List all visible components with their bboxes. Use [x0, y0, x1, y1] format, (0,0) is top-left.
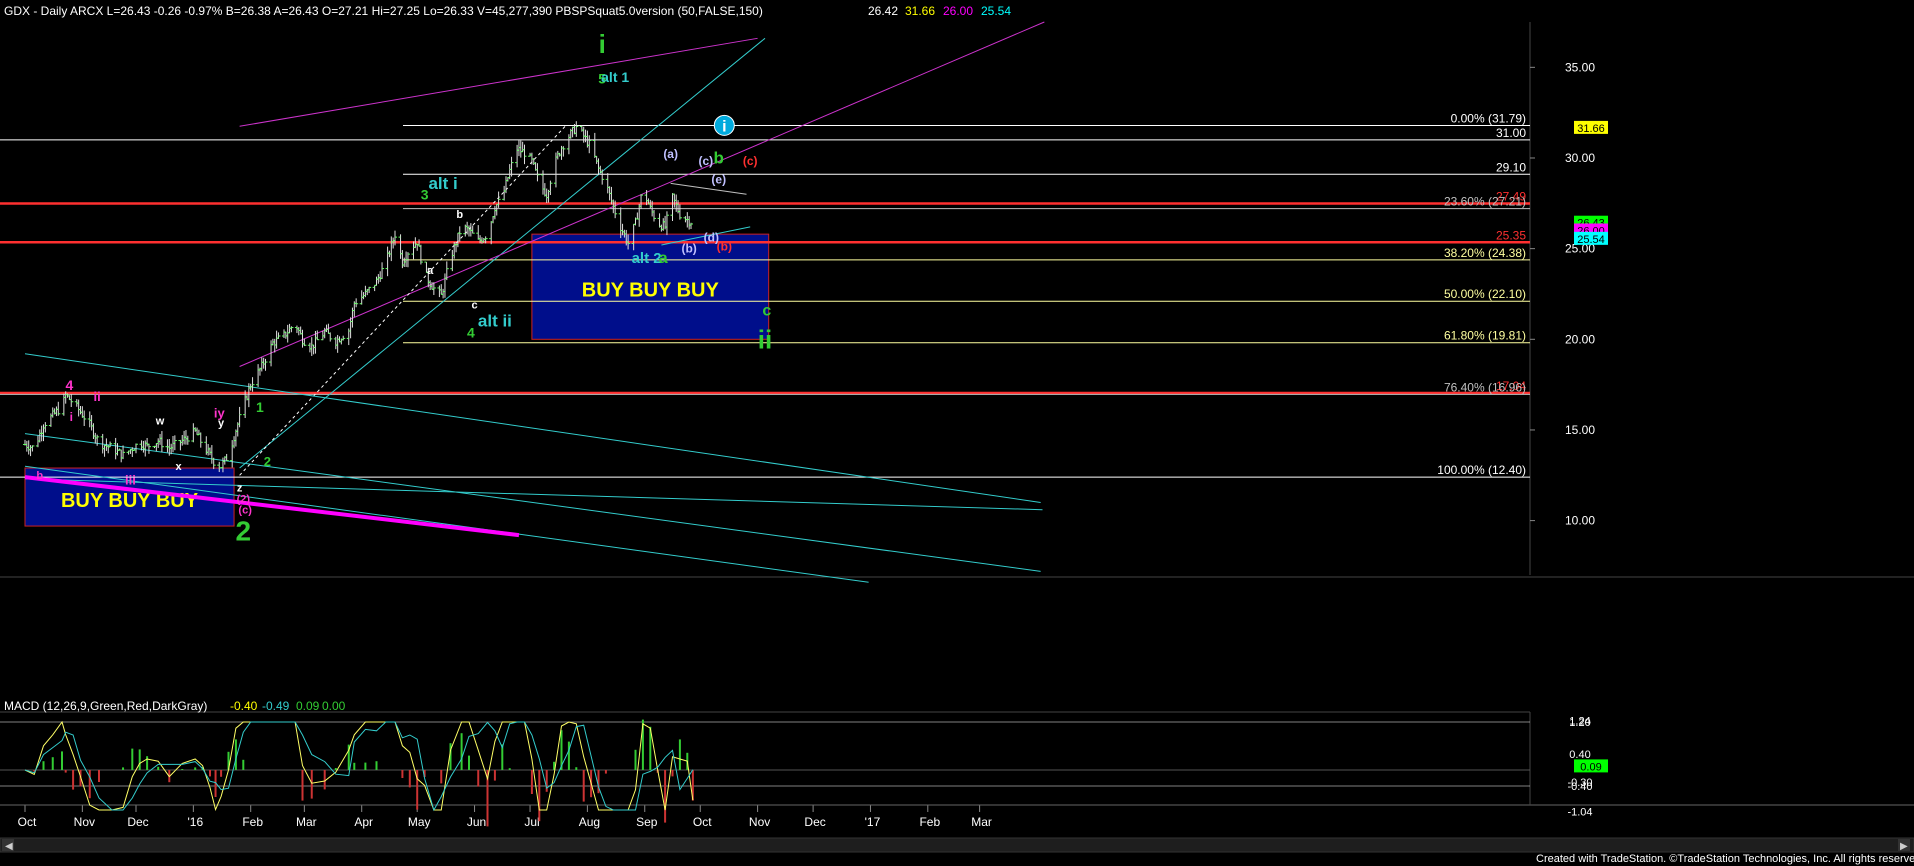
wave-label-6: b: [456, 209, 463, 221]
wave-label-36: (c): [238, 504, 252, 516]
plot-value-4: 25.54: [981, 4, 1011, 18]
x-tick-label: Dec: [127, 815, 148, 829]
level-label-5: 23.60% (27.21): [1444, 195, 1526, 209]
buy-zone-label-2: BUY BUY BUY: [582, 280, 720, 302]
y-tick-label: 20.00: [1565, 332, 1595, 346]
x-tick-label: May: [408, 815, 431, 829]
footer-copyright: Created with TradeStation. ©TradeStation…: [1536, 853, 1914, 865]
level-label-7: 38.20% (24.38): [1444, 246, 1526, 260]
macd-axis-label: -0.40: [1567, 781, 1592, 793]
wave-label-5: 3: [421, 187, 429, 203]
x-tick-label: Jul: [524, 815, 539, 829]
macd-value-3: 0.09: [296, 699, 320, 713]
wave-label-11: (a): [663, 147, 678, 161]
symbol-info: GDX - Daily ARCX L=26.43 -0.26 -0.97% B=…: [4, 4, 763, 18]
wave-label-23: 4: [66, 377, 74, 393]
wave-label-22: ii: [758, 324, 772, 354]
level-label-9: 61.80% (19.81): [1444, 329, 1526, 343]
wave-label-19: alt 2: [632, 250, 662, 267]
wave-label-8: c: [471, 299, 477, 311]
wave-label-10: alt ii: [478, 312, 512, 331]
y-tick-label: 10.00: [1565, 514, 1595, 528]
x-tick-label: Nov: [749, 815, 770, 829]
y-tick-label: 35.00: [1565, 60, 1595, 74]
wave-label-21: c: [762, 303, 771, 320]
level-label-11: 76.40% (16.96): [1444, 380, 1526, 394]
x-tick-label: Feb: [919, 815, 940, 829]
left-arrow-icon: ◀: [5, 841, 13, 852]
wave-label-18: (b): [717, 239, 732, 253]
price-badge-label-1: 31.66: [1577, 123, 1605, 135]
macd-value-1: -0.40: [230, 699, 258, 713]
level-label-3: 29.10: [1496, 160, 1526, 174]
wave-label-15: (e): [711, 172, 726, 186]
macd-axis-label: -1.04: [1567, 807, 1592, 819]
level-label-6: 25.35: [1496, 228, 1526, 242]
x-tick-label: Aug: [579, 815, 600, 829]
x-tick-label: Mar: [971, 815, 992, 829]
x-tick-label: Apr: [354, 815, 373, 829]
level-label-2: 31.00: [1496, 126, 1526, 140]
wave-label-29: x: [175, 461, 182, 473]
wave-circle-label: i: [722, 118, 726, 135]
wave-label-9: 4: [467, 324, 475, 340]
macd-value-2: -0.49: [262, 699, 290, 713]
y-tick-label: 30.00: [1565, 151, 1595, 165]
horizontal-scrollbar[interactable]: ◀ ▶: [0, 837, 1914, 853]
wave-label-4: alt i: [428, 174, 457, 193]
x-tick-label: Oct: [18, 815, 37, 829]
macd-axis-label: 0.40: [1569, 749, 1590, 761]
macd-badge-label: 0.09: [1580, 761, 1601, 773]
x-tick-label: Sep: [636, 815, 658, 829]
plot-value-2: 31.66: [905, 4, 935, 18]
level-label-12: 100.00% (12.40): [1437, 463, 1526, 477]
wave-label-1: i: [599, 29, 606, 59]
x-tick-label: Dec: [804, 815, 825, 829]
wave-label-17: (b): [681, 241, 696, 255]
x-tick-label: '17: [865, 815, 881, 829]
wave-label-14: (c): [743, 154, 758, 168]
wave-label-24: ii: [94, 389, 101, 404]
x-tick-label: Mar: [296, 815, 317, 829]
wave-label-25: i: [70, 410, 73, 424]
wave-label-3: alt 1: [601, 69, 629, 85]
plot-value-1: 26.42: [868, 4, 898, 18]
level-label-8: 50.00% (22.10): [1444, 287, 1526, 301]
x-tick-label: Oct: [693, 815, 712, 829]
macd-value-4: 0.00: [322, 699, 346, 713]
scrollbar-track[interactable]: [0, 837, 1914, 853]
wave-label-37: 2: [236, 516, 252, 547]
gdx-daily-chart: BUY BUY BUYBUY BUY BUY0.00% (31.79)31.00…: [0, 0, 1914, 866]
wave-label-12: (c): [698, 154, 713, 168]
wave-label-31: iy: [214, 405, 226, 420]
x-tick-label: '16: [188, 815, 204, 829]
right-arrow-icon: ▶: [1900, 841, 1908, 852]
y-tick-label: 15.00: [1565, 423, 1595, 437]
wave-label-33: 2: [264, 454, 271, 469]
level-label-1: 0.00% (31.79): [1451, 112, 1526, 126]
macd-axis-label: 1.20: [1569, 717, 1590, 729]
wave-label-26: b: [36, 470, 43, 482]
wave-label-32: 1: [256, 399, 264, 415]
macd-label: MACD (12,26,9,Green,Red,DarkGray): [4, 699, 207, 713]
price-badge-label-4: 25.54: [1577, 234, 1605, 246]
plot-value-3: 26.00: [943, 4, 973, 18]
chart-background: [0, 0, 1914, 866]
wave-label-27: iii: [125, 472, 136, 487]
wave-label-13: b: [714, 148, 724, 167]
wave-label-28: w: [155, 416, 165, 428]
x-tick-label: Nov: [74, 815, 95, 829]
wave-label-20: a: [659, 250, 668, 267]
x-tick-label: Jun: [467, 815, 486, 829]
wave-label-7: a: [427, 265, 434, 277]
x-tick-label: Feb: [242, 815, 263, 829]
